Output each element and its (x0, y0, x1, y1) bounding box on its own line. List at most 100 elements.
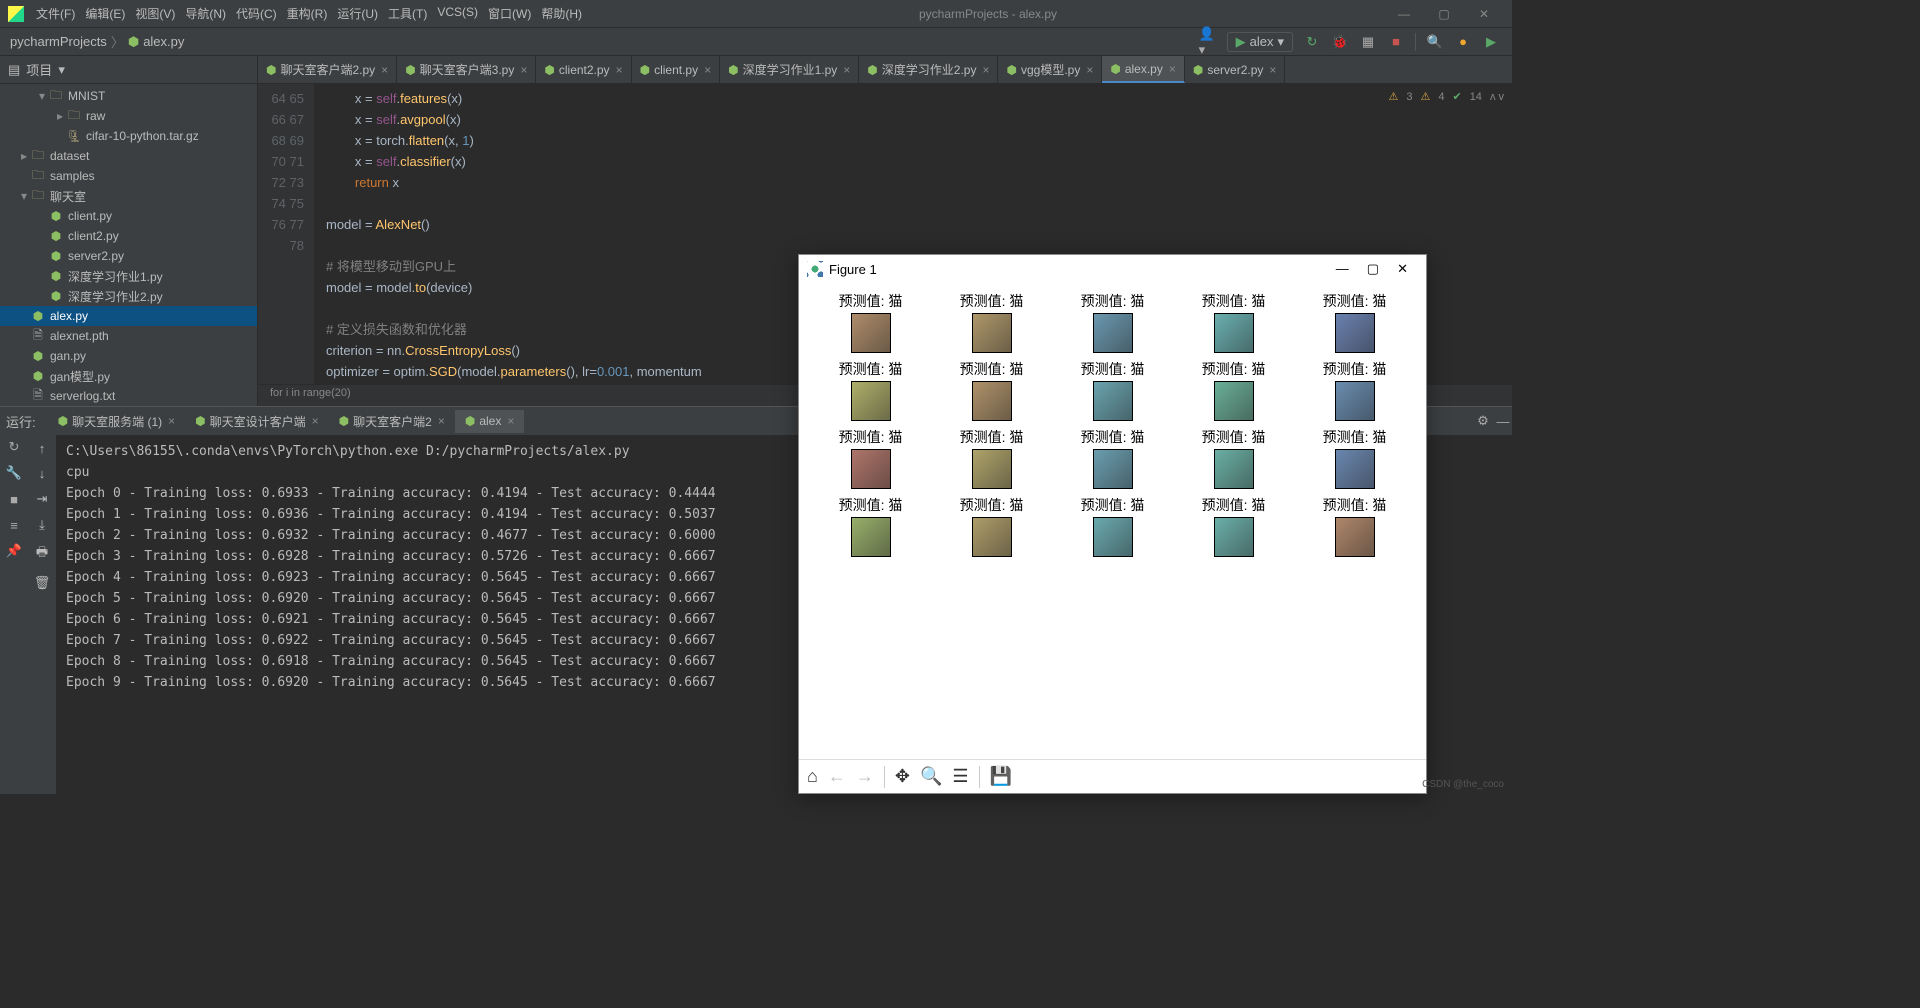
debug-button[interactable]: 🐞 (1331, 33, 1349, 51)
nav-back-icon[interactable]: ← (828, 766, 846, 787)
tab-close-icon[interactable]: × (312, 414, 319, 428)
tree-node[interactable]: ⬢gan.py (0, 346, 257, 366)
tab-close-icon[interactable]: × (843, 63, 850, 77)
menu-item[interactable]: 代码(C) (236, 5, 277, 22)
pan-icon[interactable]: ✥ (895, 766, 910, 787)
trash-icon[interactable]: 🗑 (34, 575, 51, 591)
figure-maximize-button[interactable]: ▢ (1367, 261, 1379, 277)
tree-node[interactable]: ▾🗀聊天室 (0, 186, 257, 206)
pin-icon[interactable]: 📌 (6, 543, 22, 559)
nav-forward-icon[interactable]: → (856, 766, 874, 787)
tab-label: client2.py (559, 63, 610, 77)
soft-wrap-icon[interactable]: ⇥ (37, 491, 48, 507)
tree-node[interactable]: ▸🗀dataset (0, 146, 257, 166)
inspections-widget[interactable]: ⚠3 ⚠4 ✔14 ʌ v (1388, 90, 1504, 103)
tab-close-icon[interactable]: × (616, 63, 623, 77)
tab-close-icon[interactable]: × (982, 63, 989, 77)
tree-node[interactable]: ⬢深度学习作业2.py (0, 286, 257, 306)
figure-close-button[interactable]: ✕ (1397, 261, 1408, 277)
editor-tab[interactable]: ⬢alex.py× (1102, 56, 1185, 83)
menu-item[interactable]: 视图(V) (135, 5, 175, 22)
menu-item[interactable]: 运行(U) (337, 5, 378, 22)
coverage-button[interactable]: ▦ (1359, 33, 1377, 51)
tree-node[interactable]: ⬢client.py (0, 206, 257, 226)
tab-close-icon[interactable]: × (438, 414, 445, 428)
nav-home-icon[interactable]: ⌂ (807, 766, 818, 787)
run-settings-icon[interactable]: ⚙ (1474, 412, 1492, 430)
tree-node[interactable]: 🗜cifar-10-python.tar.gz (0, 126, 257, 146)
tree-node[interactable]: 🗀samples (0, 166, 257, 186)
ide-updates-icon[interactable]: ● (1454, 33, 1472, 51)
editor-tab[interactable]: ⬢深度学习作业2.py× (859, 56, 998, 83)
tree-node[interactable]: ▾🗀MNIST (0, 86, 257, 106)
zoom-icon[interactable]: 🔍 (920, 766, 942, 787)
menu-item[interactable]: 文件(F) (36, 5, 75, 22)
editor-tab[interactable]: ⬢client.py× (632, 56, 721, 83)
menu-item[interactable]: 帮助(H) (541, 5, 582, 22)
tab-close-icon[interactable]: × (704, 63, 711, 77)
run-tab[interactable]: ⬢聊天室客户端2× (329, 410, 455, 433)
editor-tab[interactable]: ⬢client2.py× (536, 56, 631, 83)
tree-node[interactable]: ⬢gan模型.py (0, 366, 257, 386)
run-hide-icon[interactable]: — (1494, 412, 1512, 430)
breadcrumb-project[interactable]: pycharmProjects (10, 34, 107, 49)
menu-item[interactable]: 导航(N) (185, 5, 226, 22)
up-stack-icon[interactable]: ↑ (39, 441, 46, 456)
tree-node[interactable]: ⬢深度学习作业1.py (0, 266, 257, 286)
subplot-config-icon[interactable]: ☰ (952, 766, 968, 787)
menu-item[interactable]: 工具(T) (388, 5, 427, 22)
tab-close-icon[interactable]: × (507, 414, 514, 428)
run-button[interactable]: ↻ (1303, 33, 1321, 51)
run-tab[interactable]: ⬢alex× (455, 410, 525, 433)
down-stack-icon[interactable]: ↓ (39, 466, 46, 481)
tree-node[interactable]: ⬢server2.py (0, 246, 257, 266)
stop-button[interactable]: ■ (1387, 33, 1405, 51)
run-configuration-selector[interactable]: ▶ alex ▾ (1227, 32, 1293, 52)
tab-close-icon[interactable]: × (381, 63, 388, 77)
tab-close-icon[interactable]: × (168, 414, 175, 428)
tree-node[interactable]: ⬢client2.py (0, 226, 257, 246)
tree-node[interactable]: 🗎alexnet.pth (0, 326, 257, 346)
editor-tab[interactable]: ⬢深度学习作业1.py× (720, 56, 859, 83)
wrench-icon[interactable]: 🔧 (6, 465, 22, 481)
editor-tab[interactable]: ⬢vgg模型.py× (998, 56, 1102, 83)
tab-close-icon[interactable]: × (1169, 62, 1176, 76)
prediction-thumbnail (851, 381, 891, 421)
editor-tab[interactable]: ⬢聊天室客户端3.py× (397, 56, 536, 83)
layout-icon[interactable]: ≡ (6, 517, 22, 533)
editor-tab[interactable]: ⬢server2.py× (1185, 56, 1286, 83)
user-icon[interactable]: 👤▾ (1199, 33, 1217, 51)
maximize-button[interactable]: ▢ (1424, 7, 1464, 21)
rerun-button[interactable]: ↻ (6, 439, 22, 455)
editor-tab[interactable]: ⬢聊天室客户端2.py× (258, 56, 397, 83)
figure-minimize-button[interactable]: — (1336, 261, 1349, 277)
stop-process-button[interactable]: ■ (6, 491, 22, 507)
menu-item[interactable]: 窗口(W) (488, 5, 531, 22)
tree-node[interactable]: ⬢alex.py (0, 306, 257, 326)
scroll-end-icon[interactable]: ⤓ (39, 517, 45, 533)
minimize-button[interactable]: — (1384, 7, 1424, 21)
code-with-me-icon[interactable]: ▶ (1482, 33, 1500, 51)
tree-node[interactable]: ▸🗀raw (0, 106, 257, 126)
print-icon[interactable]: 🖶 (36, 543, 48, 565)
tab-close-icon[interactable]: × (1086, 63, 1093, 77)
project-dropdown-icon[interactable]: ▾ (58, 62, 65, 78)
tab-close-icon[interactable]: × (520, 63, 527, 77)
menu-item[interactable]: VCS(S) (437, 5, 478, 22)
menu-item[interactable]: 编辑(E) (85, 5, 125, 22)
run-tab[interactable]: ⬢聊天室设计客户端× (185, 410, 329, 433)
tree-arrow-icon: ▸ (54, 109, 66, 123)
project-tree[interactable]: ▾🗀MNIST▸🗀raw🗜cifar-10-python.tar.gz▸🗀dat… (0, 84, 257, 406)
run-tab[interactable]: ⬢聊天室服务端 (1)× (48, 410, 186, 433)
menu-item[interactable]: 重构(R) (287, 5, 328, 22)
folder-icon: 🗀 (66, 106, 82, 127)
save-figure-icon[interactable]: 💾 (990, 766, 1012, 787)
breadcrumb-file[interactable]: alex.py (143, 34, 184, 49)
figure-titlebar[interactable]: Figure 1 — ▢ ✕ (799, 255, 1426, 283)
tree-node[interactable]: 🗎serverlog.txt (0, 386, 257, 406)
prediction-thumbnail (1093, 449, 1133, 489)
close-button[interactable]: ✕ (1464, 7, 1504, 21)
figure-window[interactable]: Figure 1 — ▢ ✕ 预测值: 猫预测值: 猫预测值: 猫预测值: 猫预… (798, 254, 1427, 794)
tab-close-icon[interactable]: × (1269, 63, 1276, 77)
search-everywhere-button[interactable]: 🔍 (1426, 33, 1444, 51)
